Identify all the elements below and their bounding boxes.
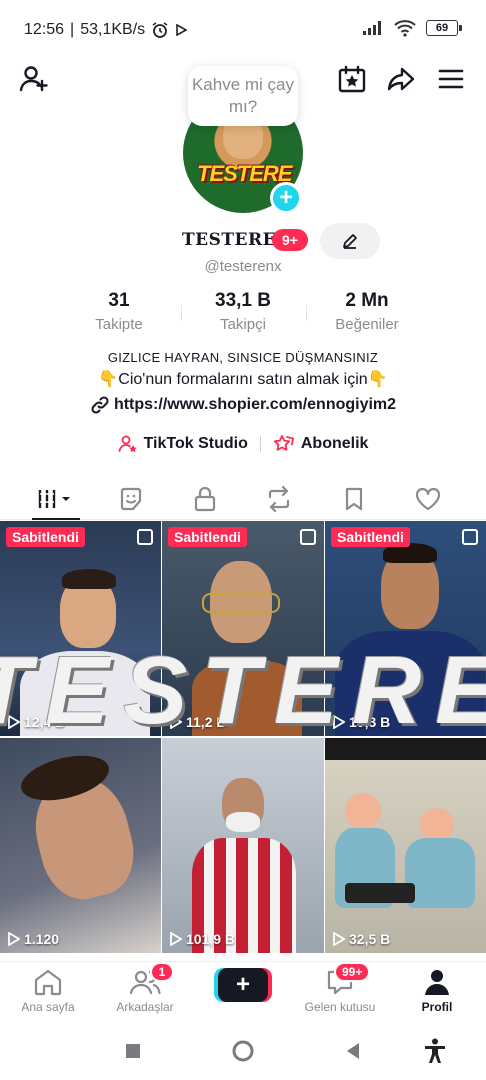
calendar-star-icon[interactable]: [335, 62, 369, 96]
status-bar: 12:56 | 53,1KB/s 69: [0, 0, 486, 60]
nav-home[interactable]: Ana sayfa: [0, 968, 96, 1014]
edit-profile-button[interactable]: [320, 223, 380, 259]
status-left: 12:56 | 53,1KB/s: [24, 21, 188, 39]
play-icon: [8, 715, 20, 729]
tab-favorites[interactable]: [330, 482, 378, 516]
bio-line-2: 👇Cio'nun formalarını satın almak için👇: [98, 371, 388, 388]
view-count: 12,4 B: [8, 714, 65, 730]
share-icon[interactable]: [384, 62, 418, 96]
video-grid: Sabitlendi 12,4 B Sabitlendi 11,2 B Sabi…: [0, 521, 486, 961]
back-button[interactable]: [340, 1038, 366, 1064]
notification-badge[interactable]: 9+: [272, 229, 308, 251]
glasses: [202, 593, 280, 613]
pencil-icon: [343, 234, 357, 249]
play-icon: [170, 715, 182, 729]
bio-link[interactable]: https://www.shopier.com/ennogiyim2: [0, 395, 486, 415]
note-bubble[interactable]: Kahve mi çay mı?: [188, 66, 298, 126]
studio-icon: [118, 435, 137, 453]
video-thumbnail[interactable]: 1.120: [0, 738, 161, 953]
pinned-badge: Sabitlendi: [168, 527, 247, 547]
tab-videos[interactable]: [32, 482, 80, 516]
video-thumbnail[interactable]: Sabitlendi 10,3 B: [325, 521, 486, 736]
sticker-icon: [120, 487, 142, 511]
bottom-navigation: Ana sayfa Arkadaşlar 1 + Gelen kutusu 99…: [0, 961, 486, 1021]
username: TESTERE: [182, 230, 277, 250]
view-count: 11,2 B: [170, 714, 226, 730]
name-row: TESTERE 9+: [0, 223, 486, 259]
multi-photo-icon: [300, 529, 316, 545]
recents-button[interactable]: [120, 1038, 146, 1064]
play-icon: [8, 932, 20, 946]
link-icon: [91, 396, 109, 414]
video-thumbnail[interactable]: 101,9 B: [162, 738, 324, 953]
view-count: 101,9 B: [170, 931, 235, 947]
play-icon: [170, 932, 182, 946]
view-count: 10,3 B: [333, 714, 390, 730]
repost-icon: [268, 486, 290, 512]
stat-likes[interactable]: 2 Mn Beğeniler: [302, 290, 432, 333]
profile-stats: 31 Takipte 33,1 B Takipçi 2 Mn Beğeniler: [0, 290, 486, 340]
tab-stickers[interactable]: [107, 482, 155, 516]
creator-shortcuts: TikTok Studio Abonelik: [0, 434, 486, 454]
heart-icon: [415, 487, 441, 511]
signal-icon: [363, 21, 381, 35]
back-triangle-icon: [347, 1043, 359, 1059]
network-speed: 53,1KB/s: [80, 21, 146, 38]
subscription-button[interactable]: Abonelik: [273, 434, 368, 454]
bookmark-icon: [345, 487, 363, 511]
tab-private[interactable]: [181, 482, 229, 516]
view-count: 32,5 B: [333, 931, 390, 947]
square-icon: [126, 1044, 140, 1058]
inbox-badge: 99+: [334, 962, 371, 982]
add-story-button[interactable]: +: [270, 182, 302, 214]
play-icon: [333, 715, 345, 729]
pinned-badge: Sabitlendi: [331, 527, 410, 547]
system-navigation: [0, 1022, 486, 1080]
multi-photo-icon: [462, 529, 478, 545]
bio-line-1: GIZLICE HAYRAN, SINSICE DÜŞMANSINIZ: [107, 350, 379, 365]
status-right: 69: [362, 19, 462, 37]
avatar-logo-text: TESTERE: [197, 161, 292, 186]
bio-link-text[interactable]: https://www.shopier.com/ennogiyim2: [114, 396, 396, 414]
play-icon: [333, 932, 345, 946]
content-tabs: [0, 478, 486, 520]
wifi-icon: [394, 20, 416, 37]
accessibility-icon: [425, 1038, 445, 1063]
menu-icon[interactable]: [434, 62, 468, 96]
profile-icon: [425, 970, 449, 995]
nav-friends[interactable]: Arkadaşlar: [97, 968, 193, 1014]
multi-photo-icon: [137, 529, 153, 545]
stat-following[interactable]: 31 Takipte: [54, 290, 184, 333]
home-icon: [34, 969, 62, 996]
tab-liked[interactable]: [404, 482, 452, 516]
video-thumbnail[interactable]: Sabitlendi 11,2 B: [162, 521, 324, 736]
home-system-button[interactable]: [230, 1038, 256, 1064]
stat-followers[interactable]: 33,1 B Takipçi: [178, 290, 308, 333]
pinned-badge: Sabitlendi: [6, 527, 85, 547]
circle-icon: [232, 1040, 254, 1062]
battery-indicator: 69: [426, 20, 462, 36]
add-friend-icon[interactable]: [17, 62, 51, 96]
accessibility-button[interactable]: [422, 1038, 448, 1064]
alarm-icon: [152, 22, 168, 38]
subscription-star-icon: [273, 435, 294, 451]
view-count: 1.120: [8, 931, 59, 947]
clock: 12:56: [24, 21, 65, 38]
video-thumbnail[interactable]: 32,5 B: [325, 738, 486, 953]
tiktok-studio-button[interactable]: TikTok Studio: [118, 434, 248, 454]
grid-videos-icon: [38, 490, 70, 508]
nav-profile[interactable]: Profil: [389, 968, 485, 1014]
lock-icon: [194, 486, 216, 512]
play-store-icon: [176, 24, 188, 36]
friends-badge: 1: [150, 962, 174, 982]
create-button[interactable]: +: [218, 968, 268, 1002]
tab-reposts[interactable]: [255, 482, 303, 516]
video-thumbnail[interactable]: Sabitlendi 12,4 B: [0, 521, 161, 736]
user-handle: @testerenx: [204, 258, 282, 275]
active-tab-indicator: [32, 518, 80, 520]
